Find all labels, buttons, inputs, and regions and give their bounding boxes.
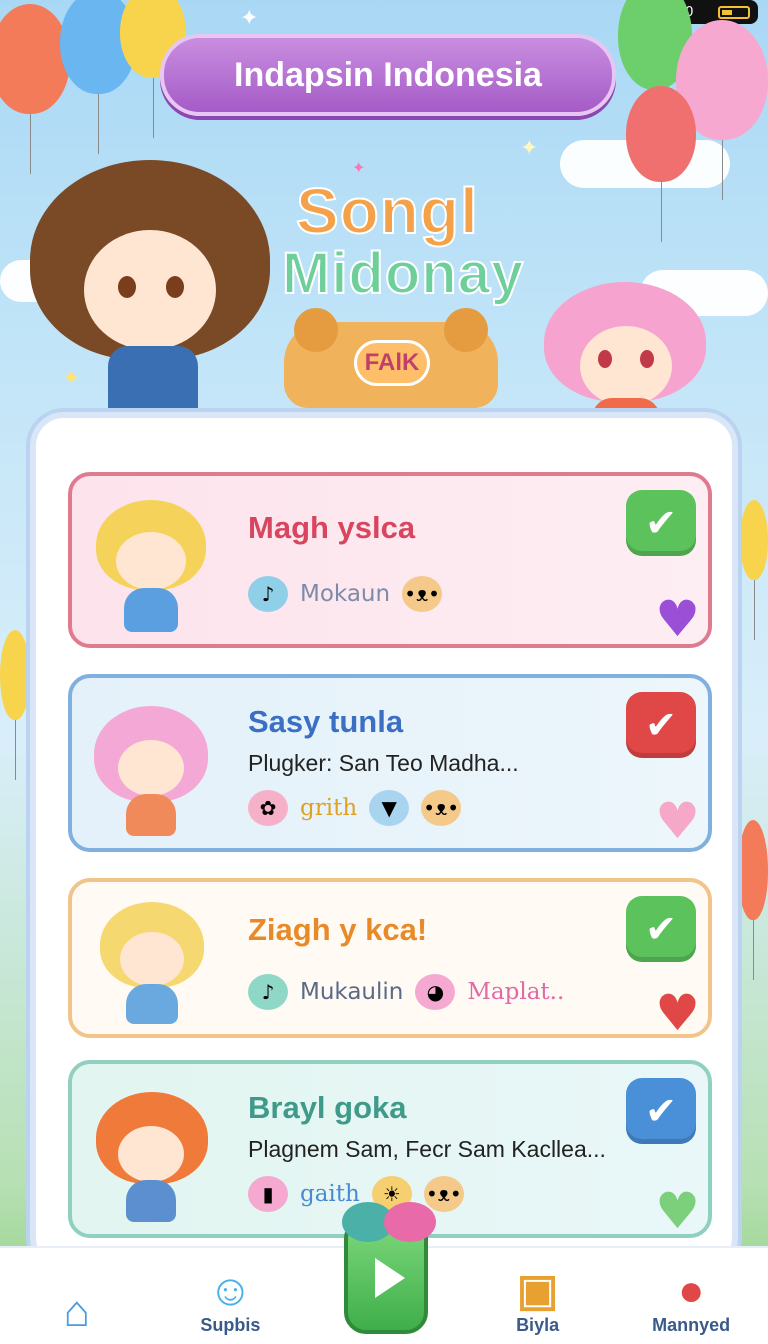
song-meta: ✿ grith ▼ •ᴥ• [248,790,462,826]
mascot-eye [166,276,184,298]
bow-face-icon: ☺ [207,1266,253,1315]
bear-ear [444,308,488,352]
nav-supbis[interactable]: ☺ Supbis [170,1269,290,1336]
avatar-body [126,1180,176,1222]
song-meta-text: gaith [300,1181,360,1207]
nav-mannyed[interactable]: ● Mannyed [631,1269,751,1336]
song-meta: ♪ Mokaun •ᴥ• [248,576,443,612]
bear-logo-plate: FAlK [284,308,498,408]
song-title: Ziagh y kca! [248,912,428,947]
song-subtitle: Plugker: San Teo Madha... [248,750,519,776]
music-note-icon: ♪ [248,974,288,1010]
logo-tag: FAlK [354,340,430,386]
box-icon: ▣ [516,1266,559,1315]
sparkle-icon: ✦ [240,6,259,31]
avatar-face [118,1126,184,1182]
logo-title-line1: Songl [295,174,479,248]
heart-icon[interactable]: ♥ [655,1186,700,1234]
balloon-decoration [626,86,696,242]
app-title: Indapsin Indonesia [234,55,542,94]
song-title: Sasy tunla [248,704,404,739]
bear-icon: •ᴥ• [423,1176,464,1212]
mascot-body [108,346,198,422]
play-icon [375,1258,405,1298]
battery-icon [718,5,750,19]
select-checkbox[interactable]: ✔ [626,1078,696,1144]
avatar-body [124,588,178,632]
nav-biyla[interactable]: ▣ Biyla [478,1269,598,1336]
mascot-face [84,230,216,350]
select-checkbox[interactable]: ✔ [626,896,696,962]
select-checkbox[interactable]: ✔ [626,490,696,556]
app-title-banner: Indapsin Indonesia [160,34,616,116]
heart-icon[interactable]: ♥ [655,594,700,644]
nav-label: Supbis [200,1315,261,1335]
avatar-face [120,932,184,986]
song-avatar [86,692,216,842]
slime-decoration [384,1202,436,1242]
mascot-brown-hair [30,140,270,440]
song-meta-text: Mokaun [300,581,391,607]
song-title: Magh yslca [248,510,416,545]
play-button[interactable] [342,1202,436,1334]
mascot-eye [598,350,612,368]
song-subtitle: Plagnem Sam, Fecr Sam Kacllea... [248,1136,606,1162]
balloon-decoration [738,820,768,980]
nav-label: Biyla [516,1315,560,1335]
song-meta-text: grith [300,795,358,821]
song-avatar [86,490,216,640]
song-title: Brayl goka [248,1090,407,1125]
mascot-eye [118,276,136,298]
song-meta-text: Maplat.. [467,979,565,1005]
balloon-decoration [0,4,70,174]
logo-title-line2: Midonay [281,240,525,307]
balloon-decoration [0,630,30,780]
song-list-panel: Magh yslca ♪ Mokaun •ᴥ• ✔ ♥ Sasy tunla P… [30,412,738,1272]
sparkle-icon: ✦ [520,136,539,161]
mascot-eye [640,350,654,368]
bear-icon: •ᴥ• [421,790,462,826]
song-card[interactable]: Ziagh y kca! ♪ Mukaulin ◕ Maplat.. ✔ ♥ [68,878,712,1038]
balloon-decoration [740,500,768,640]
flower-icon: ✿ [248,790,288,826]
avatar-body [126,794,176,836]
pin-icon: ● [677,1266,705,1315]
song-card[interactable]: Sasy tunla Plugker: San Teo Madha... ✿ g… [68,674,712,852]
heart-icon[interactable]: ♥ [655,796,700,846]
popsicle-icon: ▮ [248,1176,288,1212]
song-card[interactable]: Magh yslca ♪ Mokaun •ᴥ• ✔ ♥ [68,472,712,648]
icecream-icon: ▼ [369,790,410,826]
bear-ear [294,308,338,352]
mascot-face [580,326,672,406]
nav-label: Mannyed [652,1315,731,1335]
bird-icon: ◕ [415,974,456,1010]
song-meta-text: Mukaulin [300,979,404,1005]
avatar-face [118,740,184,796]
music-note-icon: ♪ [248,576,288,612]
avatar-face [116,532,186,590]
heart-icon[interactable]: ♥ [655,988,700,1034]
home-icon: ⌂ [63,1287,91,1336]
avatar-body [126,984,178,1024]
select-checkbox[interactable]: ✔ [626,692,696,758]
song-avatar [86,896,216,1028]
song-meta: ♪ Mukaulin ◕ Maplat.. [248,974,564,1010]
bear-icon: •ᴥ• [402,576,443,612]
song-avatar [86,1078,216,1228]
nav-home[interactable]: ⌂ [17,1290,137,1336]
